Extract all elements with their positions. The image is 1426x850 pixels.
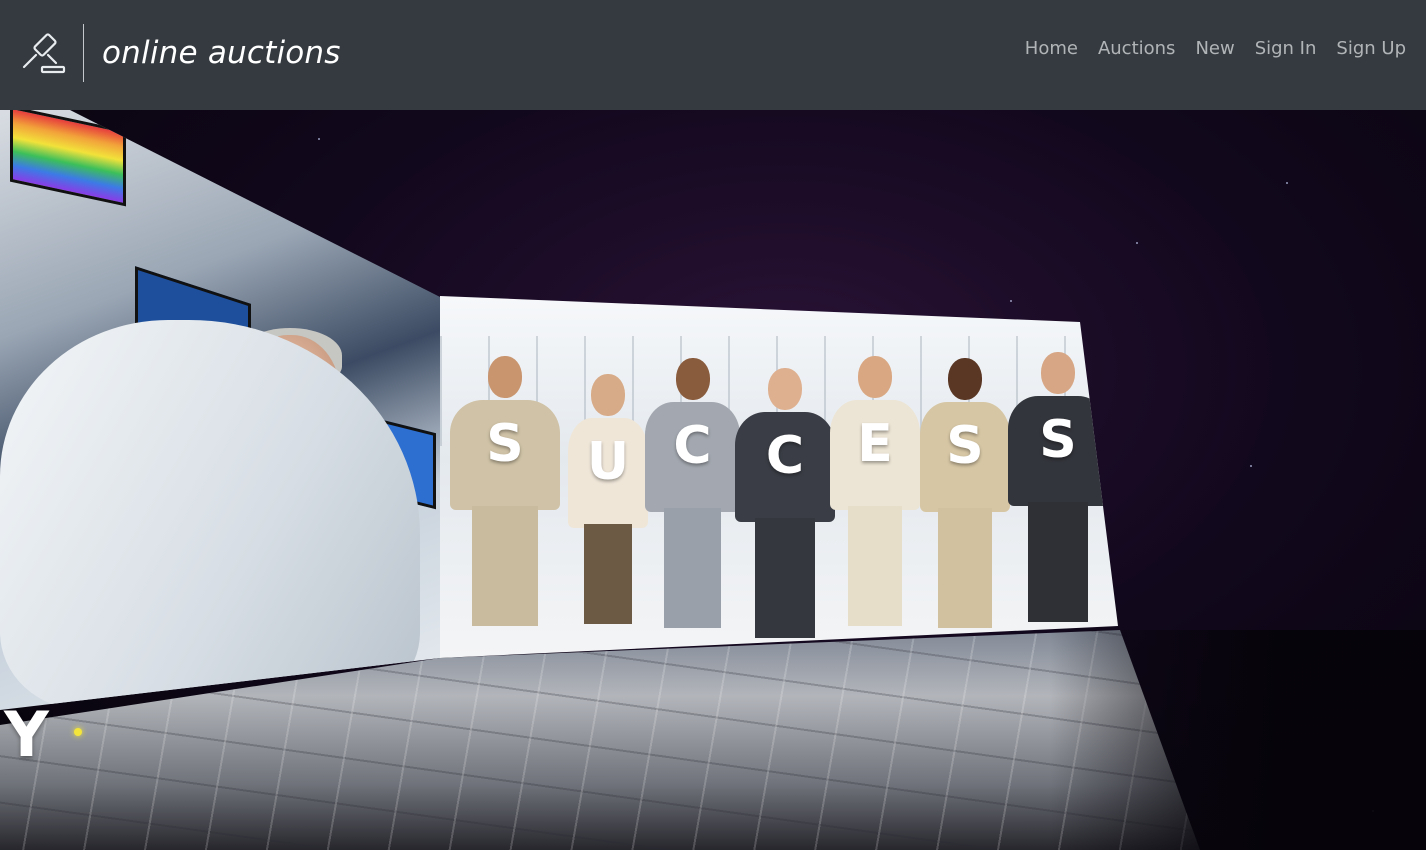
person-6: S <box>920 358 1010 638</box>
person-3: C <box>645 358 740 638</box>
nav-new-link[interactable]: New <box>1195 38 1234 59</box>
brand-divider <box>83 24 84 82</box>
nav-home-link[interactable]: Home <box>1025 38 1078 59</box>
monitor <box>10 110 126 207</box>
star <box>318 138 320 140</box>
success-letter: S <box>1039 410 1077 470</box>
person-shirt <box>0 320 420 710</box>
star <box>1010 300 1012 302</box>
star <box>1286 182 1288 184</box>
success-letter: C <box>765 426 805 486</box>
person-5: E <box>830 356 920 636</box>
gavel-icon <box>22 33 66 74</box>
brand[interactable]: online auctions <box>20 24 341 82</box>
floor-fade <box>1050 630 1426 850</box>
nav-sign-up-link[interactable]: Sign Up <box>1336 38 1406 59</box>
success-video-panel: S U C C E S S <box>440 296 1118 658</box>
person-1: S <box>450 356 560 636</box>
person-4: C <box>735 368 835 638</box>
star <box>1136 242 1138 244</box>
light-dot <box>74 728 82 736</box>
success-letter: E <box>857 414 893 474</box>
success-letter: C <box>673 416 712 476</box>
nav-auctions-link[interactable]: Auctions <box>1098 38 1175 59</box>
person-7: S <box>1008 352 1108 632</box>
nav-sign-in-link[interactable]: Sign In <box>1255 38 1317 59</box>
side-letter: Y <box>4 698 49 771</box>
success-letter: S <box>486 414 524 474</box>
success-letter: S <box>946 416 984 476</box>
office-video-panel <box>0 110 442 710</box>
brand-title: online auctions <box>102 35 341 71</box>
success-letter: U <box>586 432 630 492</box>
person-2: U <box>568 374 648 634</box>
navbar: online auctions Home Auctions New Sign I… <box>0 0 1426 110</box>
hero-video-background: S U C C E S S Y <box>0 110 1426 850</box>
main-nav: Home Auctions New Sign In Sign Up <box>1025 38 1406 59</box>
star <box>1250 465 1252 467</box>
